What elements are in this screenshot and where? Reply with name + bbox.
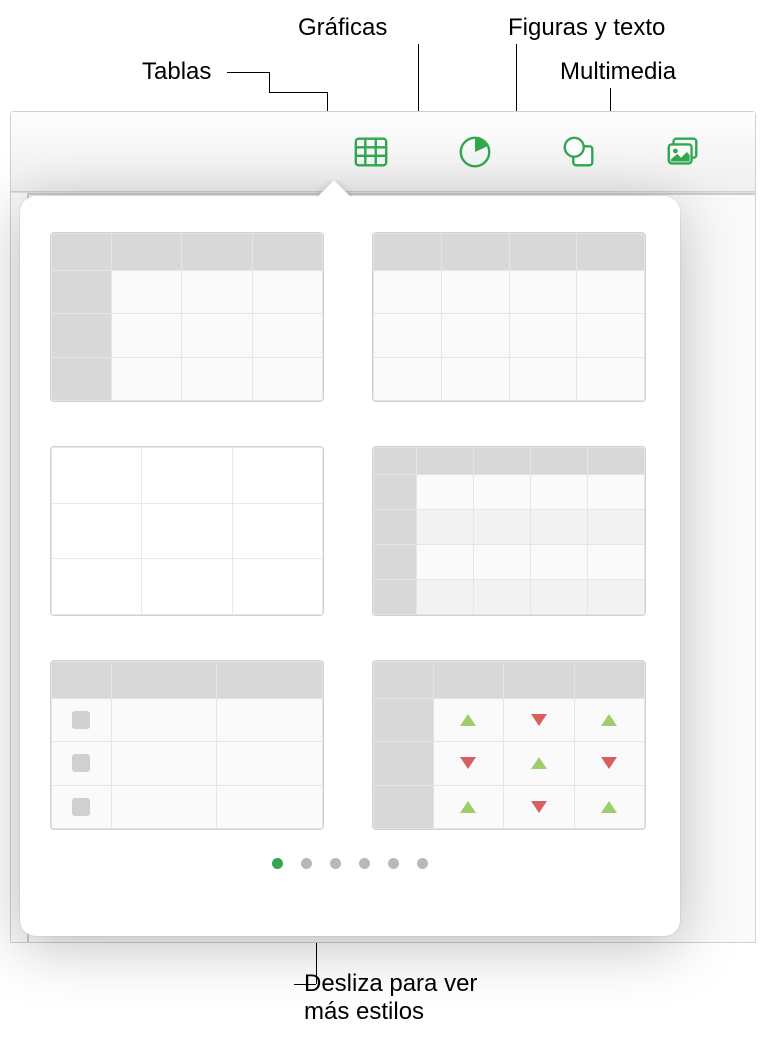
charts-button[interactable] [453,130,497,174]
up-indicator-icon [601,801,617,813]
down-indicator-icon [531,714,547,726]
table-style-indicators[interactable] [372,660,646,830]
callout-swipe: Desliza para ver más estilos [304,970,477,1026]
page-dot-6[interactable] [417,858,428,869]
checkbox-icon [72,798,90,816]
callout-shapes-text: Figuras y texto [508,14,665,42]
table-style-plain[interactable] [50,446,324,616]
table-style-checklist[interactable] [50,660,324,830]
down-indicator-icon [531,801,547,813]
checkbox-icon [72,754,90,772]
table-style-header-row-col[interactable] [50,232,324,402]
callout-line [294,984,316,985]
chart-icon [456,133,494,171]
page-dot-3[interactable] [330,858,341,869]
up-indicator-icon [601,714,617,726]
toolbar [11,112,755,192]
callout-tables: Tablas [142,58,211,86]
tables-button[interactable] [349,130,393,174]
tables-icon [352,133,390,171]
page-dot-2[interactable] [301,858,312,869]
page-dot-4[interactable] [359,858,370,869]
media-button[interactable] [661,130,705,174]
page-dot-5[interactable] [388,858,399,869]
table-styles-popover [20,196,680,936]
down-indicator-icon [601,757,617,769]
up-indicator-icon [531,757,547,769]
table-style-header-row[interactable] [372,232,646,402]
table-styles-grid [50,232,650,830]
up-indicator-icon [460,801,476,813]
popover-arrow [316,180,352,198]
table-style-banded[interactable] [372,446,646,616]
checkbox-icon [72,711,90,729]
shapes-icon [560,133,598,171]
media-icon [664,133,702,171]
page-indicator[interactable] [50,858,650,869]
page-dot-1[interactable] [272,858,283,869]
callout-line [269,92,327,93]
callout-line [227,72,269,73]
down-indicator-icon [460,757,476,769]
callout-media: Multimedia [560,58,676,86]
shapes-button[interactable] [557,130,601,174]
callout-line [269,72,270,92]
callout-charts: Gráficas [298,14,387,42]
up-indicator-icon [460,714,476,726]
